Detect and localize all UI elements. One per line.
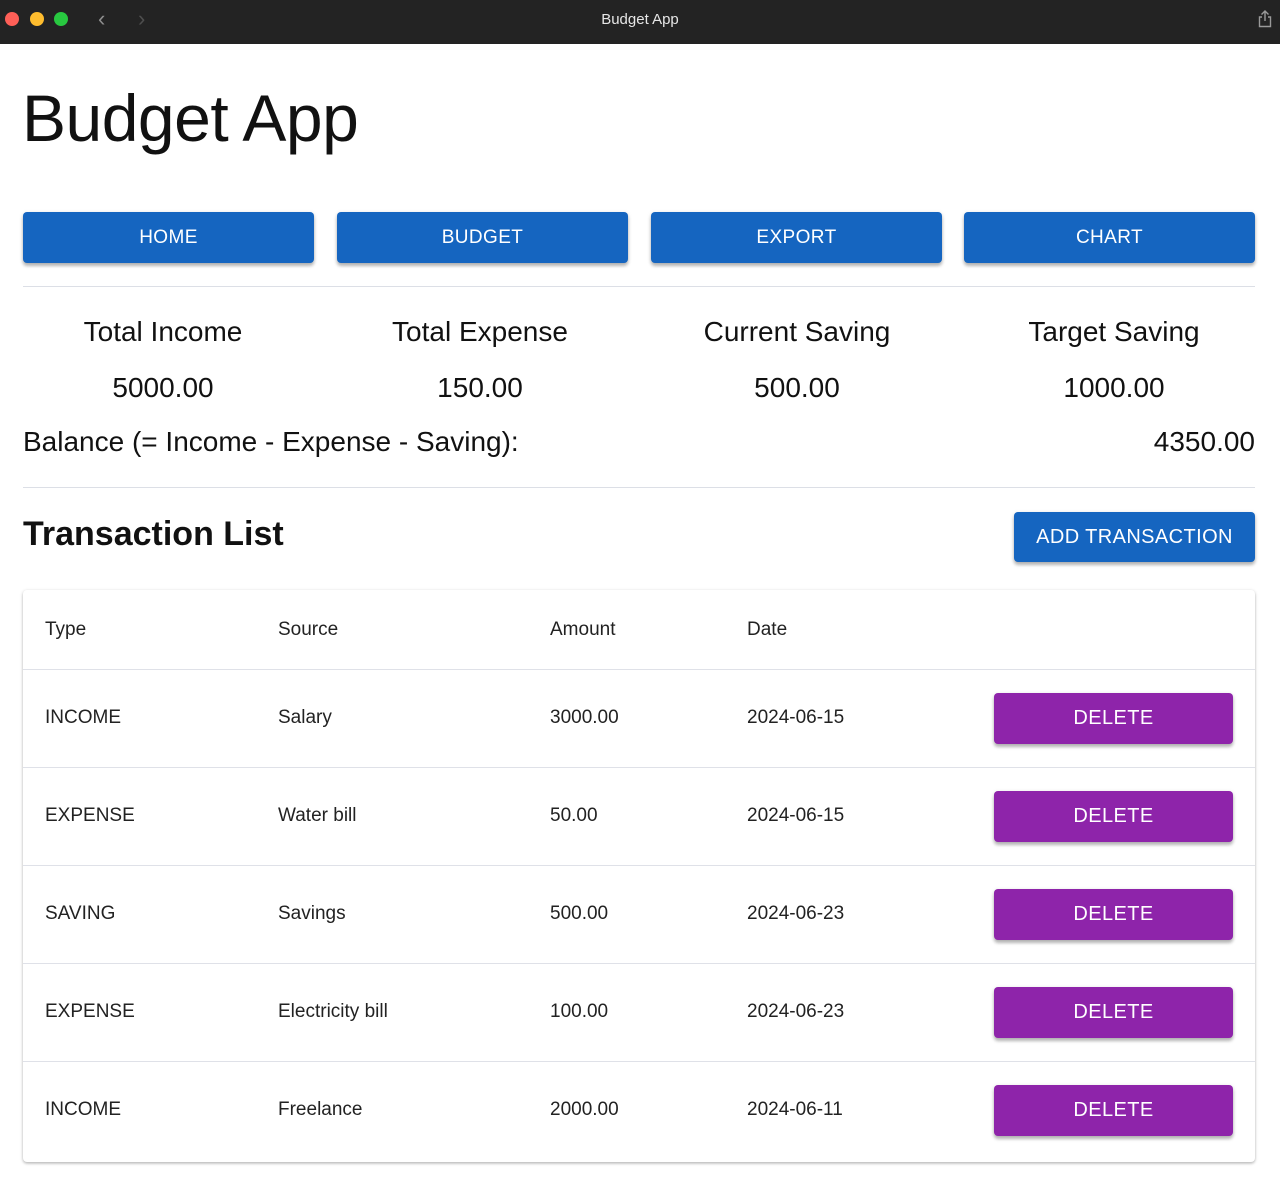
summary-target-saving: Target Saving 1000.00	[964, 314, 1264, 406]
cell-amount: 100.00	[550, 1001, 609, 1022]
share-icon[interactable]	[1258, 10, 1272, 28]
cell-date: 2024-06-15	[747, 805, 845, 826]
summary-total-income: Total Income 5000.00	[13, 314, 313, 406]
divider	[23, 286, 1255, 287]
table-row: EXPENSE Water bill 50.00 2024-06-15 DELE…	[23, 768, 1255, 866]
cell-amount: 2000.00	[550, 1099, 619, 1120]
table-row: INCOME Freelance 2000.00 2024-06-11 DELE…	[23, 1062, 1255, 1160]
summary-label: Target Saving	[1028, 316, 1200, 347]
summary-value: 5000.00	[112, 372, 214, 403]
page-title: Budget App	[22, 81, 359, 155]
delete-button[interactable]: DELETE	[994, 889, 1233, 940]
cell-source: Electricity bill	[278, 1001, 388, 1022]
home-button[interactable]: HOME	[23, 212, 314, 263]
add-transaction-button[interactable]: ADD TRANSACTION	[1014, 512, 1255, 562]
chart-button[interactable]: CHART	[964, 212, 1255, 263]
window-titlebar: ‹ › Budget App	[0, 0, 1280, 44]
cell-date: 2024-06-23	[747, 903, 845, 924]
cell-source: Savings	[278, 903, 346, 924]
delete-button[interactable]: DELETE	[994, 791, 1233, 842]
table-row: SAVING Savings 500.00 2024-06-23 DELETE	[23, 866, 1255, 964]
table-header-row: Type Source Amount Date	[23, 590, 1255, 670]
balance-label: Balance (= Income - Expense - Saving):	[23, 426, 519, 457]
cell-type: EXPENSE	[45, 805, 135, 826]
cell-type: INCOME	[45, 707, 121, 728]
cell-type: INCOME	[45, 1099, 121, 1120]
divider	[23, 487, 1255, 488]
table-row: INCOME Salary 3000.00 2024-06-15 DELETE	[23, 670, 1255, 768]
budget-button[interactable]: BUDGET	[337, 212, 628, 263]
summary-label: Total Expense	[392, 316, 568, 347]
delete-button[interactable]: DELETE	[994, 987, 1233, 1038]
cell-amount: 500.00	[550, 903, 609, 924]
cell-type: EXPENSE	[45, 1001, 135, 1022]
cell-amount: 50.00	[550, 805, 598, 826]
balance-value: 4350.00	[1153, 426, 1255, 457]
column-header-source: Source	[278, 619, 339, 640]
delete-button[interactable]: DELETE	[994, 1085, 1233, 1136]
delete-button[interactable]: DELETE	[994, 693, 1233, 744]
cell-date: 2024-06-15	[747, 707, 845, 728]
transaction-list-title: Transaction List	[23, 515, 284, 553]
summary-current-saving: Current Saving 500.00	[647, 314, 947, 406]
transaction-table: Type Source Amount Date INCOME Salary 30…	[23, 590, 1255, 1162]
table-row: EXPENSE Electricity bill 100.00 2024-06-…	[23, 964, 1255, 1062]
summary-value: 150.00	[437, 372, 523, 403]
cell-source: Salary	[278, 707, 332, 728]
summary-label: Total Income	[83, 316, 243, 347]
cell-source: Freelance	[278, 1099, 363, 1120]
column-header-amount: Amount	[550, 619, 616, 640]
summary-value: 500.00	[754, 372, 840, 403]
column-header-date: Date	[747, 619, 788, 640]
cell-source: Water bill	[278, 805, 357, 826]
cell-date: 2024-06-11	[747, 1099, 843, 1120]
cell-date: 2024-06-23	[747, 1001, 845, 1022]
summary-value: 1000.00	[1063, 372, 1165, 403]
summary-label: Current Saving	[703, 316, 891, 347]
window-title: Budget App	[601, 11, 679, 28]
summary-total-expense: Total Expense 150.00	[330, 314, 630, 406]
page-content: Budget App HOME BUDGET EXPORT CHART Tota…	[0, 44, 1280, 1184]
cell-type: SAVING	[45, 903, 116, 924]
cell-amount: 3000.00	[550, 707, 619, 728]
column-header-type: Type	[45, 619, 87, 640]
export-button[interactable]: EXPORT	[651, 212, 942, 263]
